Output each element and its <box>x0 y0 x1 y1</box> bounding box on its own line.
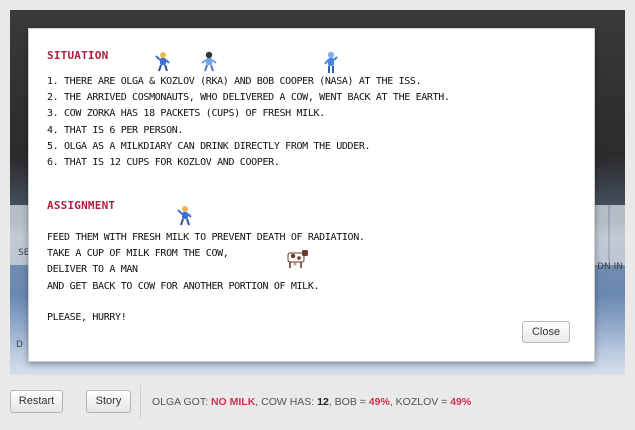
bob-label: , BOB = <box>328 396 366 408</box>
situation-list: 1. THERE ARE OLGA & KOZLOV (RKA) AND BOB… <box>47 74 450 171</box>
status-line: OLGA GOT: NO MILK, COW HAS: 12, BOB = 49… <box>152 396 471 408</box>
cow-sprite-icon <box>287 250 308 268</box>
story-button[interactable]: Story <box>86 390 131 413</box>
olga-sprite-icon <box>155 52 170 72</box>
assignment-line: FEED THEM WITH FRESH MILK TO PREVENT DEA… <box>47 232 365 243</box>
bob-sprite-icon <box>324 51 338 73</box>
olga-value: NO MILK <box>210 396 256 408</box>
situation-line: 5. OLGA AS A MILKDIARY CAN DRINK DIRECTL… <box>47 140 371 152</box>
assignment-line: TAKE A CUP OF MILK FROM THE COW, <box>47 248 229 260</box>
close-button[interactable]: Close <box>522 321 570 343</box>
restart-button[interactable]: Restart <box>10 390 63 413</box>
closing-line: PLEASE, HURRY! <box>47 312 127 323</box>
bob-value: 49% <box>368 396 390 408</box>
scene-edge-text-left-lower: D <box>16 340 23 350</box>
assignment-heading: ASSIGNMENT <box>47 199 116 212</box>
assignment-line: DELIVER TO A MAN <box>47 264 138 276</box>
kozlov-sprite-icon <box>201 51 217 72</box>
kozlov-label: , KOZLOV = <box>389 396 448 408</box>
assignment-line: AND GET BACK TO COW FOR ANOTHER PORTION … <box>47 280 320 292</box>
situation-heading: SITUATION <box>47 49 109 62</box>
situation-line: 2. THE ARRIVED COSMONAUTS, WHO DELIVERED… <box>47 92 450 104</box>
situation-line: 4. THAT IS 6 PER PERSON. <box>47 124 184 136</box>
assignment-list: FEED THEM WITH FRESH MILK TO PREVENT DEA… <box>47 230 365 295</box>
bar-divider <box>140 385 141 418</box>
cow-label: , COW HAS: <box>255 396 315 408</box>
cow-value: 12 <box>317 396 329 408</box>
olga-sprite-icon <box>177 206 192 226</box>
situation-line: 3. COW ZORKA HAS 18 PACKETS (CUPS) OF FR… <box>47 108 325 120</box>
scene-edge-text-right: DN IN <box>597 262 623 272</box>
story-dialog: SITUATION 1. THERE ARE OLGA & KOZLOV (RK… <box>28 28 595 362</box>
situation-line: 1. THERE ARE OLGA & KOZLOV (RKA) AND BOB… <box>47 76 422 87</box>
control-bar: Restart Story OLGA GOT: NO MILK, COW HAS… <box>0 375 635 430</box>
kozlov-value: 49% <box>450 396 472 408</box>
olga-label: OLGA GOT: <box>152 396 209 408</box>
situation-line: 6. THAT IS 12 CUPS FOR KOZLOV AND COOPER… <box>47 157 280 169</box>
